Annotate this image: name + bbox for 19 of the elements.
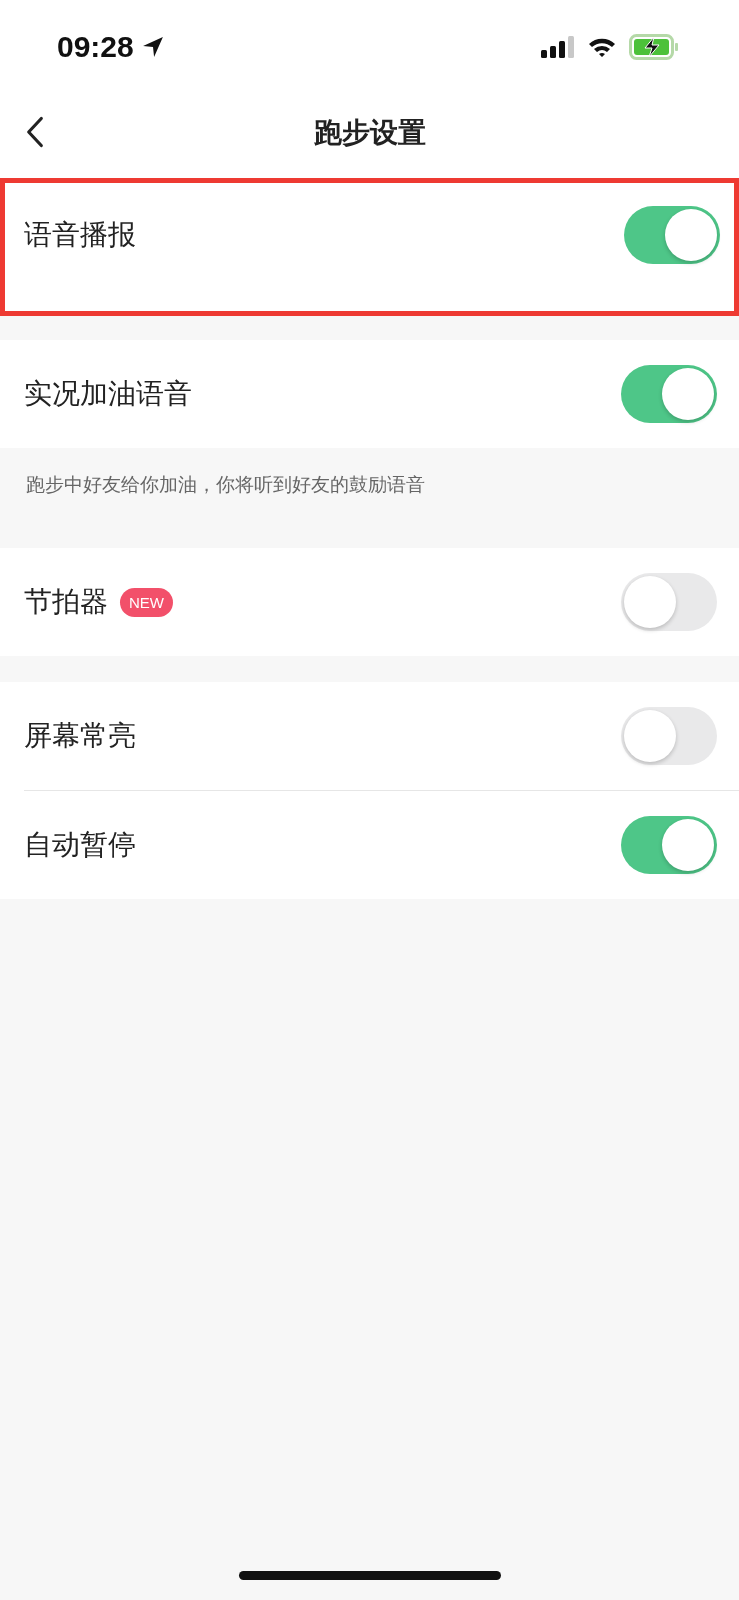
setting-label: 自动暂停 [24, 827, 136, 863]
toggle-switch[interactable] [624, 206, 720, 264]
setting-label: 屏幕常亮 [24, 718, 136, 754]
toggle-switch[interactable] [621, 816, 717, 874]
new-badge: NEW [120, 587, 173, 617]
toggle-switch[interactable] [621, 573, 717, 631]
status-time: 09:28 [57, 30, 134, 64]
setting-label: 实况加油语音 [24, 376, 192, 412]
back-icon[interactable] [26, 116, 44, 148]
toggle-switch[interactable] [621, 365, 717, 423]
setting-label: 节拍器 [24, 584, 108, 620]
battery-icon [629, 34, 679, 60]
page-title: 跑步设置 [313, 115, 426, 151]
setting-label: 语音播报 [24, 217, 136, 253]
location-arrow-icon [141, 36, 164, 58]
toggle-switch[interactable] [621, 707, 717, 765]
signal-icon [541, 36, 575, 58]
setting-hint: 跑步中好友给你加油，你将听到好友的鼓励语音 [26, 473, 425, 495]
wifi-icon [587, 36, 617, 58]
